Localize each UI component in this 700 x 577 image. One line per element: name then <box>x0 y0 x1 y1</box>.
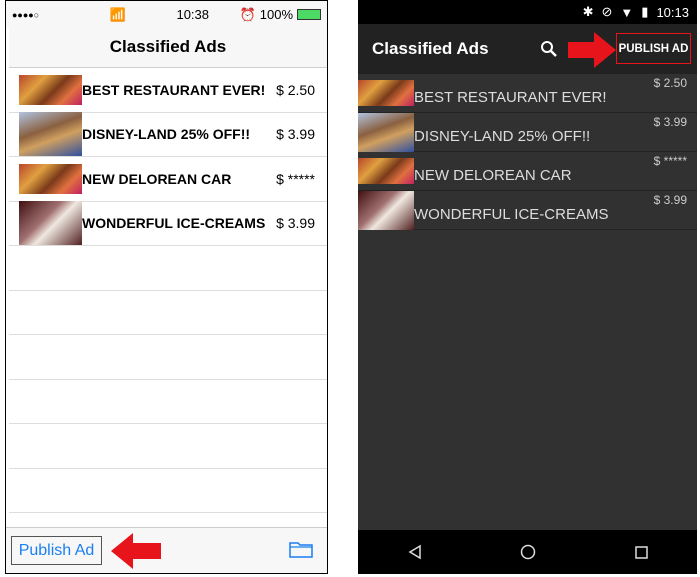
dnd-icon: ⊘ <box>601 4 613 19</box>
battery-percent: 100% <box>259 7 293 22</box>
clock: 10:13 <box>656 4 689 20</box>
ad-thumbnail <box>19 163 82 194</box>
ad-list-item[interactable]: BEST RESTAURANT EVER! $ 2.50 <box>358 74 697 113</box>
page-title: Classified Ads <box>9 28 327 68</box>
ad-thumbnail <box>19 74 82 105</box>
ad-price: $ 3.99 <box>276 126 315 143</box>
ad-list: BEST RESTAURANT EVER! $ 2.50 DISNEY-LAND 2… <box>358 74 697 230</box>
ad-title: BEST RESTAURANT EVER! <box>414 88 607 106</box>
ad-title: WONDERFUL ICE-CREAMS <box>414 205 609 223</box>
search-icon[interactable] <box>540 40 558 58</box>
alarm-icon: ⏰ <box>239 6 256 22</box>
ad-list-item[interactable]: BEST RESTAURANT EVER! $ 2.50 <box>9 68 327 113</box>
recents-icon[interactable] <box>633 544 649 560</box>
ad-price: $ 2.50 <box>653 76 687 90</box>
ad-thumbnail <box>358 80 414 106</box>
ad-price: $ 2.50 <box>276 81 315 98</box>
ad-title: DISNEY-LAND 25% OFF!! <box>82 126 251 143</box>
ad-title: NEW DELOREAN CAR <box>82 170 232 187</box>
ad-thumbnail <box>19 112 82 157</box>
empty-row <box>9 246 327 291</box>
empty-row <box>9 424 327 469</box>
ad-list-item[interactable]: DISNEY-LAND 25% OFF!! $ 3.99 <box>9 112 327 157</box>
ad-title: BEST RESTAURANT EVER! <box>82 81 266 98</box>
home-icon[interactable] <box>520 544 536 560</box>
wifi-icon: 📶 <box>109 6 126 22</box>
ad-list-item[interactable]: NEW DELOREAN CAR $ ***** <box>9 157 327 202</box>
app-bar: Classified Ads PUBLISH AD <box>358 24 697 74</box>
ad-list-item[interactable]: WONDERFUL ICE-CREAMS $ 3.99 <box>358 190 697 230</box>
ad-thumbnail <box>358 158 414 184</box>
ad-price: $ ***** <box>653 154 687 168</box>
bluetooth-icon: ✱ <box>582 4 594 19</box>
status-bar: ●●●●○ 📶 10:38 ⏰ 100% <box>6 1 327 28</box>
empty-row <box>9 291 327 335</box>
android-screen: ✱ ⊘ ▼ ▮ 10:13 Classified Ads PUBLISH AD … <box>358 0 697 574</box>
empty-row <box>9 335 327 380</box>
status-right: ⏰ 100% <box>240 7 321 23</box>
publish-ad-button[interactable]: PUBLISH AD <box>616 33 691 64</box>
red-arrow-icon <box>568 32 616 68</box>
ad-price: $ 3.99 <box>653 115 687 129</box>
empty-row <box>9 469 327 513</box>
ios-screen: ●●●●○ 📶 10:38 ⏰ 100% Classified Ads BEST… <box>5 0 328 574</box>
ad-price: $ 3.99 <box>276 215 315 232</box>
ad-list-item[interactable]: NEW DELOREAN CAR $ ***** <box>358 152 697 191</box>
bottom-toolbar: Publish Ad <box>6 527 327 573</box>
ad-price: $ ***** <box>276 170 315 187</box>
system-nav-bar <box>358 530 697 574</box>
red-arrow-icon <box>111 533 161 569</box>
folder-icon[interactable] <box>289 540 313 558</box>
ad-list: BEST RESTAURANT EVER! $ 2.50 DISNEY-LAND 2… <box>6 68 327 246</box>
empty-row <box>9 380 327 424</box>
clock: 10:38 <box>176 7 210 22</box>
page-title: Classified Ads <box>372 39 489 58</box>
ad-thumbnail <box>358 112 414 152</box>
ad-thumbnail <box>19 201 82 246</box>
ad-thumbnail <box>358 190 414 230</box>
status-bar: ✱ ⊘ ▼ ▮ 10:13 <box>358 0 697 24</box>
battery-icon <box>297 9 321 20</box>
ad-list-item[interactable]: WONDERFUL ICE-CREAMS $ 3.99 <box>9 201 327 246</box>
battery-icon: ▮ <box>641 4 649 19</box>
ad-title: NEW DELOREAN CAR <box>414 166 572 184</box>
ad-title: DISNEY-LAND 25% OFF!! <box>414 127 591 145</box>
wifi-icon: ▼ <box>620 4 634 20</box>
ad-list-item[interactable]: DISNEY-LAND 25% OFF!! $ 3.99 <box>358 112 697 152</box>
publish-ad-button[interactable]: Publish Ad <box>11 536 102 565</box>
signal-icon: ●●●●○ <box>12 9 40 20</box>
back-icon[interactable] <box>407 544 423 560</box>
ad-price: $ 3.99 <box>653 193 687 207</box>
ad-title: WONDERFUL ICE-CREAMS <box>82 215 266 232</box>
